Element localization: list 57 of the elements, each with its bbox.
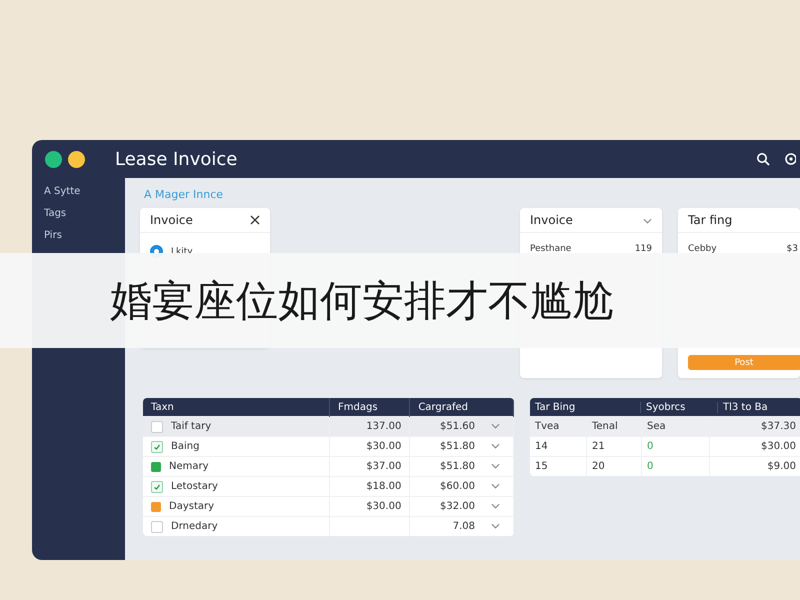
table-cell: 15	[530, 456, 586, 476]
caption-text: 婚宴座位如何安排才不尴尬	[110, 274, 614, 326]
table-cell: 7.08	[410, 516, 483, 536]
subheader-cell: Tenal	[586, 416, 642, 436]
subheader-cell: Sea	[642, 416, 710, 436]
status-dot-icon	[68, 150, 85, 168]
table-cell: $51.60	[410, 416, 483, 436]
card-title: Invoice	[150, 213, 193, 227]
status-square-icon[interactable]	[151, 480, 163, 492]
window-title: Lease Invoice	[115, 148, 238, 170]
search-icon[interactable]	[756, 152, 770, 166]
table-cell: 20	[586, 456, 642, 476]
status-square-icon[interactable]	[151, 440, 163, 452]
sidebar-item[interactable]: Tags	[44, 206, 125, 222]
table-cell: 0	[642, 436, 710, 456]
checkbox[interactable]	[151, 520, 163, 532]
option-label: Lkity	[171, 246, 193, 256]
list-row[interactable]: Pesthane 119	[520, 242, 662, 256]
column-header: Tl3 to Ba	[717, 402, 773, 412]
column-header: Fmdags	[330, 398, 410, 416]
table-cell: 0	[642, 456, 710, 476]
table-cell: 21	[586, 436, 642, 456]
table-cell: $30.00	[330, 436, 410, 456]
item-name: Letostary	[171, 481, 218, 492]
item-name: Daystary	[169, 501, 214, 512]
table-cell: $60.00	[410, 476, 483, 496]
subheader-cell: Tvea	[530, 416, 586, 436]
checkbox[interactable]	[151, 420, 163, 432]
status-dot-icon	[45, 150, 62, 168]
table-cell: $30.00	[710, 436, 800, 456]
table-cell: $51.80	[410, 456, 483, 476]
table-cell: 14	[530, 436, 586, 456]
table-cell: $37.00	[330, 456, 410, 476]
status-square-icon[interactable]	[151, 502, 161, 512]
column-header: Cargrafed	[410, 398, 514, 416]
table-cell: $51.80	[410, 436, 483, 456]
subheader-cell: $37.30	[710, 416, 800, 436]
table-cell: $18.00	[330, 476, 410, 496]
column-header: Taxn	[143, 398, 330, 416]
item-name: Drnedary	[171, 521, 218, 532]
table-cell: $9.00	[710, 456, 800, 476]
sidebar-item[interactable]: A Sytte	[44, 184, 125, 200]
status-square-icon[interactable]	[151, 462, 161, 472]
card-title: Invoice	[530, 213, 573, 227]
table-cell: 137.00	[330, 416, 410, 436]
column-header: Syobrcs	[640, 402, 717, 412]
close-icon[interactable]	[250, 215, 260, 225]
item-name: Baing	[171, 441, 200, 452]
sidebar-item[interactable]: Pirs	[44, 228, 125, 244]
card-title: Tar fing	[688, 213, 732, 227]
list-row[interactable]: Cebby $3	[678, 242, 800, 256]
table-cell: $32.00	[410, 496, 483, 516]
item-name: Taif tary	[171, 421, 212, 432]
table-cell: $30.00	[330, 496, 410, 516]
column-header: Tar Bing	[534, 402, 576, 412]
settings-icon[interactable]	[784, 152, 796, 166]
item-name: Nemary	[169, 461, 209, 472]
